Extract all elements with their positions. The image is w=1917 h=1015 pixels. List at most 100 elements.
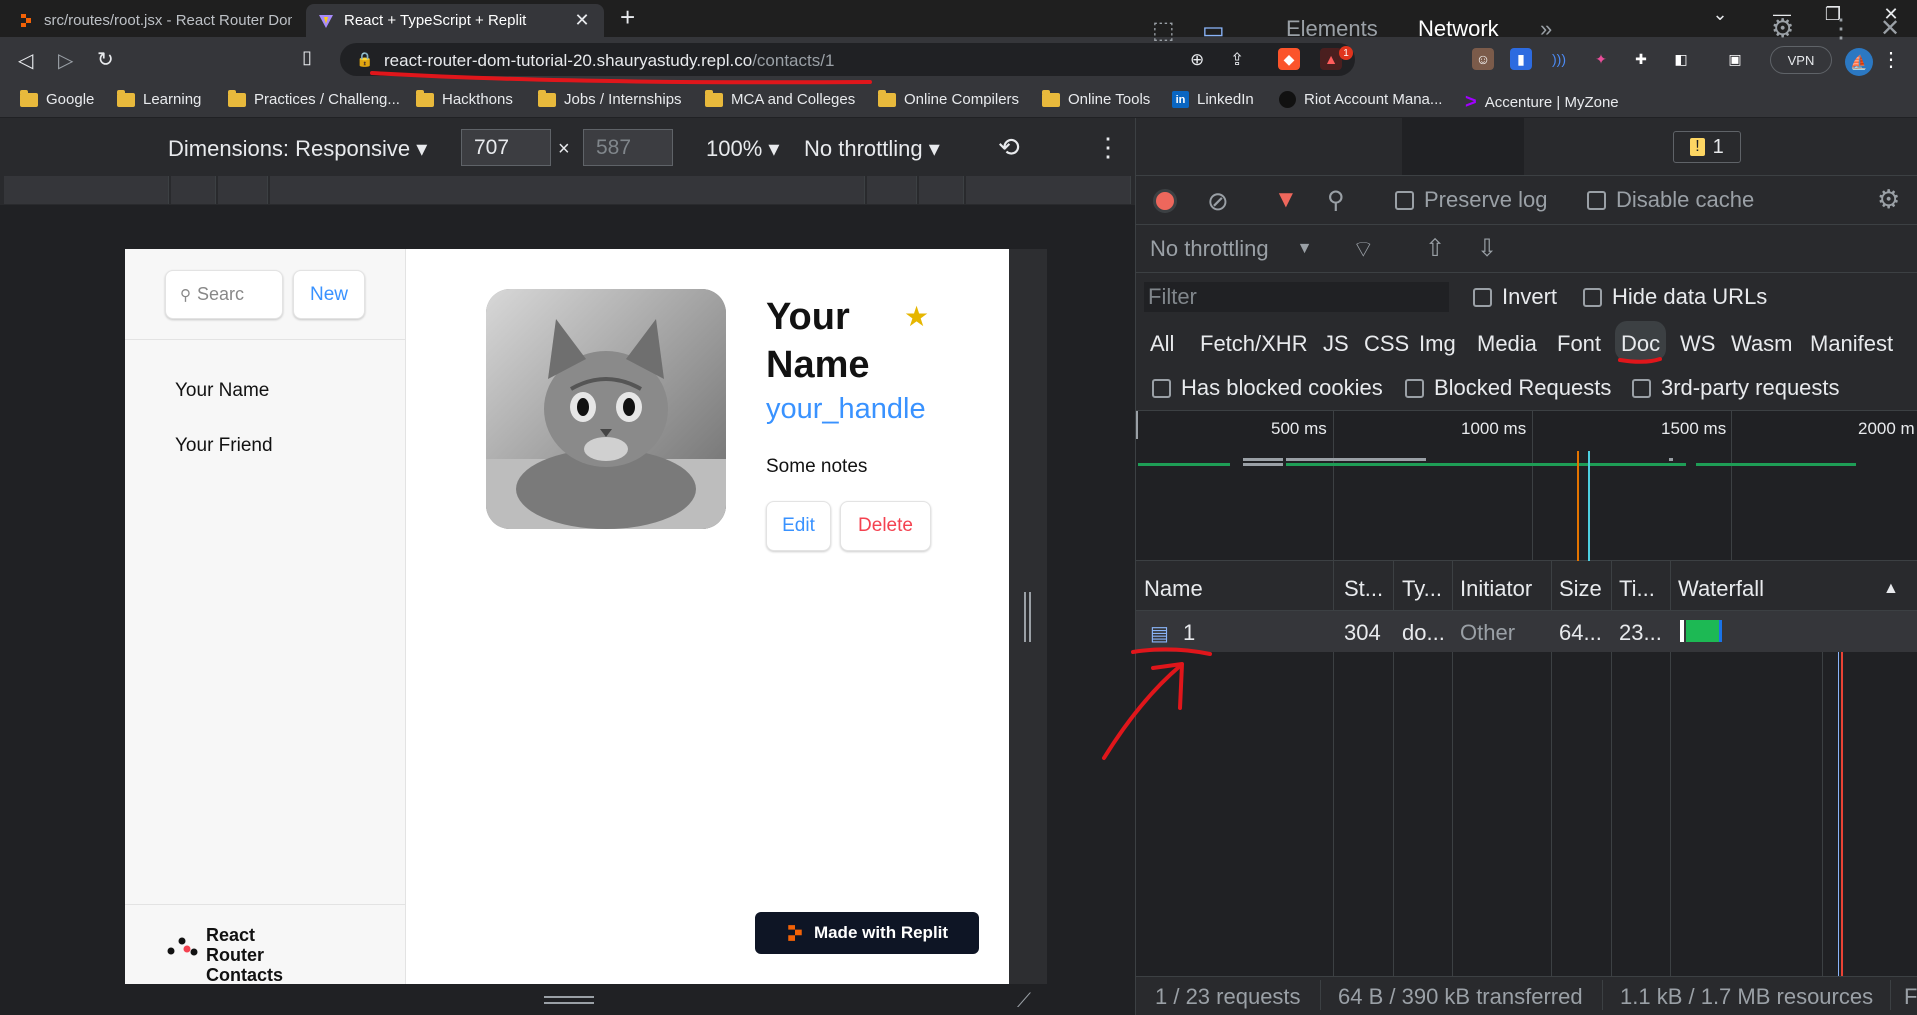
ruler-segment[interactable]: [867, 176, 917, 204]
bookmark-accenture[interactable]: > Accenture | MyZone: [1465, 91, 1619, 114]
bookmark-compilers[interactable]: Online Compilers: [878, 89, 1019, 108]
tab-react-typescript[interactable]: React + TypeScript + Replit ✕: [306, 4, 604, 37]
sidebar-icon[interactable]: ◧: [1670, 48, 1692, 70]
tab-search-icon[interactable]: ⌄: [1705, 4, 1735, 25]
settings-gear-icon[interactable]: ⚙: [1771, 13, 1794, 44]
rotate-icon[interactable]: ⟲: [998, 132, 1020, 163]
filter-ws[interactable]: WS: [1680, 331, 1715, 357]
invert-checkbox[interactable]: Invert: [1473, 284, 1557, 310]
table-row[interactable]: [1136, 611, 1917, 652]
share-icon[interactable]: ⇪: [1230, 50, 1244, 70]
profile-avatar[interactable]: ⛵: [1845, 48, 1873, 76]
reload-icon[interactable]: ↻: [97, 47, 114, 72]
close-tab-icon[interactable]: ✕: [572, 10, 592, 31]
column-size[interactable]: Size: [1559, 576, 1602, 602]
devtools-menu-icon[interactable]: ⋮: [1828, 13, 1854, 44]
delete-button[interactable]: Delete: [840, 501, 931, 551]
column-time[interactable]: Ti...: [1619, 576, 1655, 602]
extensions-puzzle-icon[interactable]: ✚: [1630, 48, 1652, 70]
height-input[interactable]: 587: [583, 129, 673, 166]
width-input[interactable]: 707: [461, 129, 551, 166]
back-icon[interactable]: ◁: [18, 48, 33, 73]
filter-wasm[interactable]: Wasm: [1731, 331, 1793, 357]
url-text[interactable]: react-router-dom-tutorial-20.shauryastud…: [384, 51, 834, 71]
hide-data-urls-checkbox[interactable]: Hide data URLs: [1583, 284, 1767, 310]
checkbox[interactable]: [1405, 378, 1424, 398]
extension-face-icon[interactable]: ☺: [1472, 48, 1494, 70]
extension-doc-icon[interactable]: ▮: [1510, 48, 1532, 70]
bookmark-practices[interactable]: Practices / Challeng...: [228, 89, 400, 108]
column-waterfall[interactable]: Waterfall: [1678, 576, 1764, 602]
checkbox[interactable]: [1473, 287, 1492, 307]
filter-fetch-xhr[interactable]: Fetch/XHR: [1200, 331, 1308, 357]
ruler-segment[interactable]: [919, 176, 964, 204]
bookmark-linkedin[interactable]: in LinkedIn: [1172, 91, 1254, 108]
filter-all[interactable]: All: [1150, 331, 1174, 357]
export-har-icon[interactable]: ⇩: [1477, 234, 1497, 263]
clear-icon[interactable]: ⊘: [1207, 186, 1229, 217]
tab-root-jsx[interactable]: src/routes/root.jsx - React Router Dom: [6, 4, 304, 37]
search-input[interactable]: ⚲ Searc: [165, 270, 283, 319]
waterfall-request-bar[interactable]: [1686, 620, 1722, 642]
checkbox[interactable]: [1395, 190, 1414, 210]
device-toggle-icon[interactable]: ▭: [1202, 16, 1225, 45]
filter-media[interactable]: Media: [1477, 331, 1537, 357]
made-with-replit-button[interactable]: Made with Replit: [755, 912, 979, 954]
bookmark-jobs[interactable]: Jobs / Internships: [538, 89, 682, 108]
zoom-select[interactable]: 100% ▾: [706, 136, 779, 162]
ruler-segment[interactable]: [966, 176, 1131, 204]
brave-shield-icon[interactable]: ◆: [1278, 48, 1300, 70]
column-initiator[interactable]: Initiator: [1460, 576, 1532, 602]
column-name[interactable]: Name: [1144, 576, 1203, 602]
dimensions-select[interactable]: Dimensions: Responsive ▾: [168, 136, 427, 162]
bookmark-learning[interactable]: Learning: [117, 89, 201, 108]
filter-css[interactable]: CSS: [1364, 331, 1409, 357]
filter-input[interactable]: Filter: [1144, 282, 1449, 312]
request-name[interactable]: 1: [1183, 620, 1195, 646]
bookmark-riot[interactable]: Riot Account Mana...: [1279, 91, 1442, 108]
bookmark-icon[interactable]: ▯: [302, 47, 312, 68]
checkbox[interactable]: [1632, 378, 1651, 398]
filter-funnel-icon[interactable]: ▼: [1274, 186, 1298, 214]
close-devtools-icon[interactable]: ✕: [1880, 14, 1900, 43]
checkbox[interactable]: [1587, 190, 1606, 210]
inspect-element-icon[interactable]: ⬚: [1152, 16, 1175, 45]
extension-audio-icon[interactable]: ))): [1548, 48, 1570, 70]
ruler-segment[interactable]: [270, 176, 865, 204]
new-tab-button[interactable]: +: [620, 2, 635, 33]
network-settings-gear-icon[interactable]: ⚙: [1877, 184, 1900, 215]
network-conditions-icon[interactable]: ⌔: [1352, 234, 1375, 264]
more-tabs-icon[interactable]: »: [1540, 16, 1552, 42]
ruler-segment[interactable]: [4, 176, 169, 204]
bookmark-tools[interactable]: Online Tools: [1042, 89, 1150, 108]
contact-link[interactable]: Your Friend: [175, 435, 273, 457]
third-party-checkbox[interactable]: 3rd-party requests: [1632, 375, 1840, 401]
filter-manifest[interactable]: Manifest: [1810, 331, 1893, 357]
extension-color-icon[interactable]: ✦: [1590, 48, 1612, 70]
record-button[interactable]: [1153, 189, 1177, 213]
search-icon[interactable]: ⚲: [1327, 186, 1345, 215]
issues-button[interactable]: ! 1: [1673, 131, 1741, 163]
preserve-log-checkbox[interactable]: Preserve log: [1395, 187, 1548, 213]
contact-link[interactable]: Your Name: [175, 380, 269, 402]
has-blocked-cookies-checkbox[interactable]: Has blocked cookies: [1152, 375, 1383, 401]
wallet-icon[interactable]: ▣: [1724, 48, 1746, 70]
edit-button[interactable]: Edit: [766, 501, 831, 551]
throttling-select[interactable]: No throttling ▾: [804, 136, 940, 162]
zoom-icon[interactable]: ⊕: [1190, 50, 1204, 70]
more-options-icon[interactable]: ⋮: [1095, 132, 1121, 163]
filter-font[interactable]: Font: [1557, 331, 1601, 357]
ruler-segment[interactable]: [218, 176, 268, 204]
column-type[interactable]: Ty...: [1402, 576, 1442, 602]
bookmark-google[interactable]: Google: [20, 89, 94, 108]
import-har-icon[interactable]: ⇧: [1425, 234, 1445, 263]
corner-resize-icon[interactable]: ⟋: [1017, 990, 1031, 1013]
bookmark-mca[interactable]: MCA and Colleges: [705, 89, 855, 108]
resize-handle[interactable]: [1024, 592, 1031, 642]
checkbox[interactable]: [1152, 378, 1171, 398]
checkbox[interactable]: [1583, 287, 1602, 307]
column-status[interactable]: St...: [1344, 576, 1383, 602]
new-button[interactable]: New: [293, 270, 365, 319]
filter-doc[interactable]: Doc: [1621, 331, 1660, 357]
network-throttling-select[interactable]: No throttling ▼: [1150, 236, 1312, 262]
